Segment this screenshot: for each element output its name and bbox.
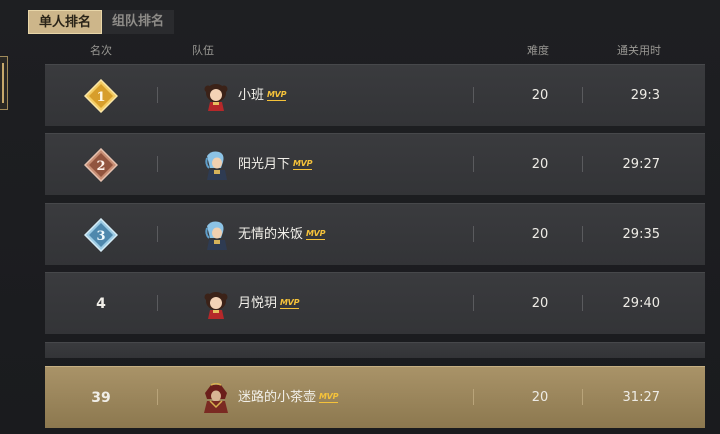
column-divider [582, 87, 583, 103]
side-panel-tab[interactable] [0, 56, 8, 110]
clear-time-value: 29:40 [622, 296, 660, 311]
rank-number: 3 [96, 229, 105, 244]
header-rank: 名次 [90, 44, 112, 57]
mvp-badge: MVP [267, 89, 287, 101]
ranking-row[interactable]: 2 阳光月下 MVP 20 29:27 [45, 133, 705, 195]
my-ranking-row[interactable]: 39 迷路的小茶壶 MVP 20 31:27 [45, 366, 705, 428]
header-team: 队伍 [192, 44, 214, 57]
armored-warrior-avatar-icon [204, 383, 228, 413]
rank-number: 2 [96, 159, 105, 174]
ranking-row[interactable]: 1 小班 MVP 20 29:3 [45, 64, 705, 126]
column-divider [157, 156, 158, 172]
column-divider [473, 295, 474, 311]
player-name: 迷路的小茶壶 MVP [238, 390, 339, 405]
clear-time-value: 29:27 [622, 157, 660, 172]
player-name: 无情的米饭 MVP [238, 227, 326, 242]
difficulty-value: 20 [531, 227, 549, 242]
mvp-badge: MVP [319, 391, 339, 403]
ranking-tabs: 单人排名 组队排名 [28, 10, 175, 34]
column-divider [582, 295, 583, 311]
ranking-row[interactable]: 3 无情的米饭 MVP 20 29:35 [45, 203, 705, 265]
gold-rank-icon: 1 [84, 79, 118, 113]
mvp-badge: MVP [280, 297, 300, 309]
player-name: 阳光月下 MVP [238, 157, 313, 172]
column-divider [157, 295, 158, 311]
mvp-badge: MVP [306, 228, 326, 240]
rank-number: 1 [96, 90, 105, 105]
column-divider [473, 87, 474, 103]
column-divider [157, 87, 158, 103]
player-name: 小班 MVP [238, 88, 287, 103]
column-divider [582, 389, 583, 405]
rank-number: 4 [96, 296, 106, 312]
ranking-row[interactable]: 4 月悦玥 MVP 20 29:40 [45, 272, 705, 334]
column-divider [582, 156, 583, 172]
difficulty-value: 20 [531, 88, 549, 103]
female-warrior-avatar-icon [204, 292, 228, 319]
difficulty-value: 20 [531, 296, 549, 311]
column-divider [157, 389, 158, 405]
player-name: 月悦玥 MVP [238, 296, 300, 311]
silver-rank-icon: 3 [84, 218, 118, 252]
clear-time-value: 29:35 [622, 227, 660, 242]
column-divider [473, 156, 474, 172]
header-difficulty: 难度 [527, 44, 549, 57]
difficulty-value: 20 [531, 157, 549, 172]
header-clear-time: 通关用时 [617, 44, 661, 57]
column-divider [157, 226, 158, 242]
blue-hair-hero-avatar-icon [205, 221, 227, 250]
difficulty-value: 20 [531, 390, 549, 405]
clear-time-value: 31:27 [622, 390, 660, 405]
tab-solo-ranking[interactable]: 单人排名 [28, 10, 103, 34]
column-divider [473, 226, 474, 242]
ranking-row-partial[interactable] [45, 342, 705, 358]
column-divider [582, 226, 583, 242]
mvp-badge: MVP [293, 158, 313, 170]
blue-hair-hero-avatar-icon [205, 151, 227, 180]
column-divider [473, 389, 474, 405]
female-warrior-avatar-icon [204, 84, 228, 111]
bronze-rank-icon: 2 [84, 148, 118, 182]
rank-number: 39 [91, 390, 111, 406]
clear-time-value: 29:3 [630, 88, 660, 103]
tab-team-ranking[interactable]: 组队排名 [102, 10, 175, 34]
